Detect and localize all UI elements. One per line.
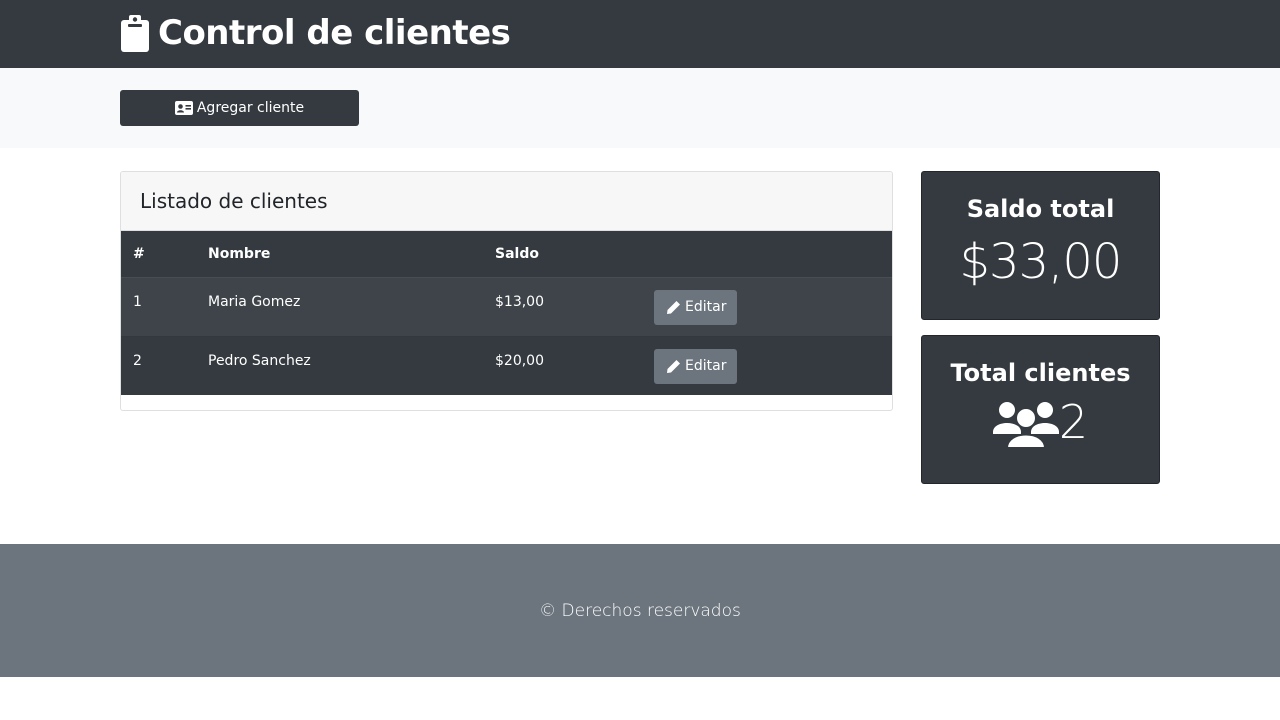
column-header-actions (642, 231, 892, 278)
total-balance-card: Saldo total $33,00 (921, 171, 1160, 320)
clipboard-icon (120, 14, 150, 52)
table-row: 1 Maria Gomez $13,00 Editar (121, 276, 892, 336)
brand: Control de clientes (120, 10, 511, 56)
total-clients-card: Total clientes 2 (921, 335, 1160, 484)
edit-button[interactable]: Editar (654, 289, 738, 325)
row-name: Pedro Sanchez (196, 335, 483, 395)
add-client-button[interactable]: Agregar cliente (120, 90, 359, 126)
navbar: Control de clientes (0, 0, 1280, 68)
row-num: 1 (121, 276, 196, 336)
footer-copyright: © Derechos reservados (539, 600, 741, 621)
column-header-name: Nombre (196, 231, 483, 278)
row-saldo: $13,00 (483, 276, 642, 336)
client-list-title: Listado de clientes (140, 189, 328, 213)
id-card-icon (174, 101, 193, 115)
pencil-icon (666, 300, 681, 315)
total-balance-title: Saldo total (966, 195, 1115, 223)
column-header-saldo: Saldo (483, 231, 642, 278)
total-balance-value: $33,00 (959, 234, 1123, 290)
row-num: 2 (121, 335, 196, 395)
client-list-card: Listado de clientes # Nombre Saldo 1 Mar… (120, 171, 893, 411)
users-icon (992, 396, 1059, 449)
edit-label: Editar (685, 358, 727, 374)
row-saldo: $20,00 (483, 335, 642, 395)
total-clients-row: 2 (922, 394, 1159, 450)
action-bar: Agregar cliente (0, 68, 1280, 148)
footer: © Derechos reservados (0, 544, 1280, 677)
pencil-icon (666, 359, 681, 374)
total-clients-value: 2 (1058, 395, 1089, 449)
total-clients-title: Total clientes (950, 359, 1131, 387)
add-client-label: Agregar cliente (196, 100, 305, 116)
row-actions: Editar (642, 276, 892, 336)
edit-button[interactable]: Editar (654, 348, 738, 384)
clients-table: # Nombre Saldo 1 Maria Gomez $13,00 Edit… (121, 231, 892, 395)
page-title: Control de clientes (158, 13, 511, 53)
row-name: Maria Gomez (196, 276, 483, 336)
column-header-num: # (121, 231, 196, 278)
table-header-row: # Nombre Saldo (121, 231, 892, 278)
card-header: Listado de clientes (121, 172, 892, 231)
row-actions: Editar (642, 335, 892, 395)
edit-label: Editar (685, 299, 727, 315)
table-row: 2 Pedro Sanchez $20,00 Editar (121, 335, 892, 395)
